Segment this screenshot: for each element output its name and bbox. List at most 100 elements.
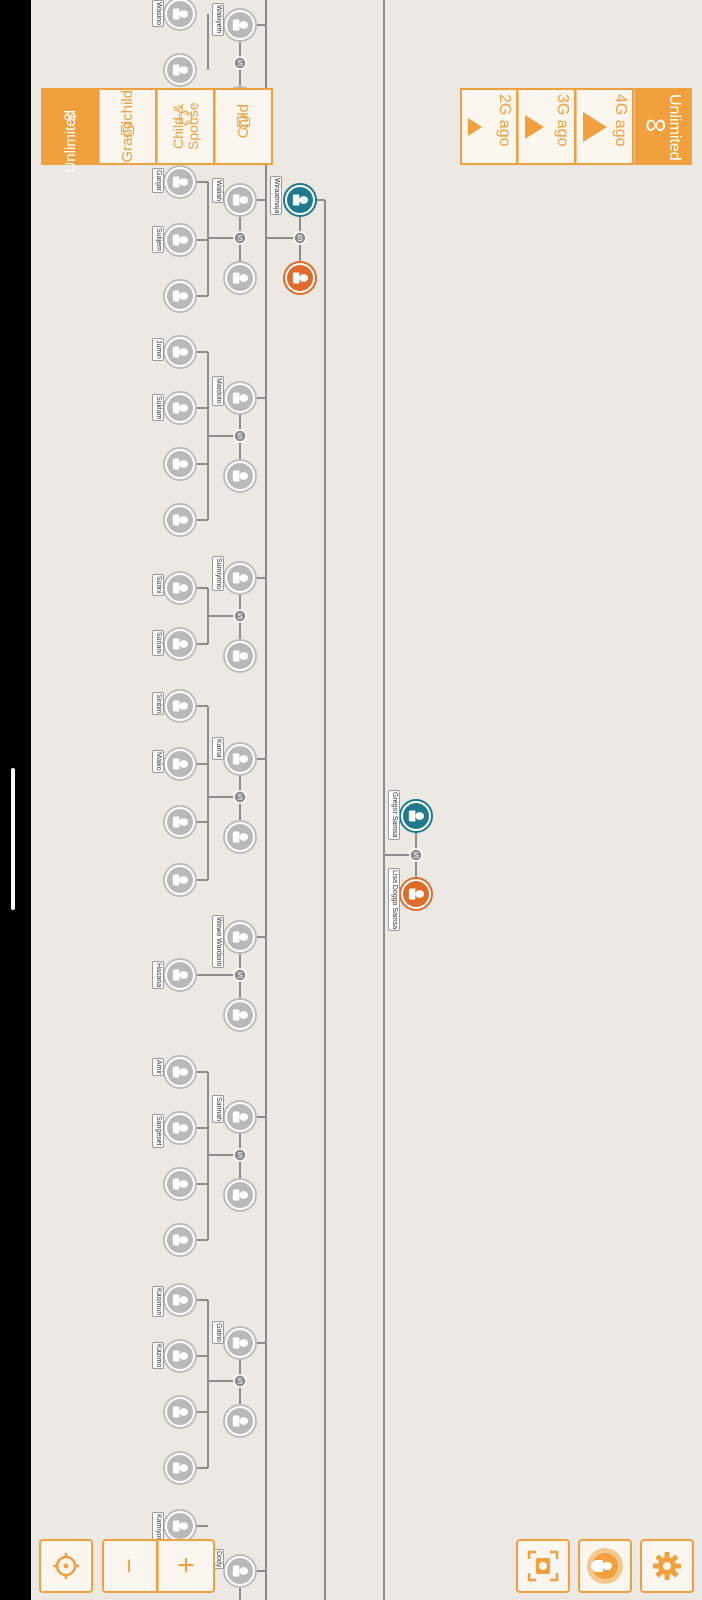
person-grandchild[interactable] bbox=[223, 742, 257, 776]
infinity-icon: ∞ bbox=[645, 108, 667, 141]
person-great-grandchild[interactable] bbox=[163, 863, 197, 897]
person-great-grandchild[interactable] bbox=[163, 165, 197, 199]
person-label-main-child: Wiraatmaja bbox=[270, 176, 282, 216]
spouse-link-icon[interactable] bbox=[233, 231, 247, 245]
spouse-link-glyph: S bbox=[237, 1151, 242, 1160]
locate-button[interactable] bbox=[39, 1539, 93, 1593]
person-great-grandchild[interactable] bbox=[163, 571, 197, 605]
spouse-link-icon[interactable] bbox=[409, 848, 423, 862]
person-grandchild[interactable] bbox=[223, 381, 257, 415]
person-root-male[interactable] bbox=[399, 799, 433, 833]
person-label-great-grandchild: Kazimo bbox=[152, 1342, 164, 1370]
person-great-grandchild[interactable] bbox=[163, 1111, 197, 1145]
person-label-grandchild: Wakiyem bbox=[212, 3, 224, 36]
filter-child-spouse[interactable]: ⌬ Child & Spouse bbox=[157, 88, 215, 165]
person-great-grandchild[interactable] bbox=[163, 279, 197, 313]
person-grandchild[interactable] bbox=[223, 8, 257, 42]
person-root-female[interactable] bbox=[399, 877, 433, 911]
person-grandchild-spouse[interactable] bbox=[223, 820, 257, 854]
person-great-grandchild[interactable] bbox=[163, 805, 197, 839]
filter-4g-ago[interactable]: 4G ago bbox=[576, 88, 634, 165]
person-great-grandchild[interactable] bbox=[163, 1395, 197, 1429]
spouse-link-icon[interactable] bbox=[233, 609, 247, 623]
filter-unlimited-ancestors[interactable]: ∞ Unlimited bbox=[634, 88, 692, 165]
person-grandchild[interactable] bbox=[223, 1326, 257, 1360]
crosshair-icon bbox=[53, 1553, 79, 1579]
home-indicator[interactable] bbox=[11, 768, 15, 910]
person-label-great-grandchild: Sangeset bbox=[152, 1114, 164, 1148]
person-label-great-grandchild: Maiko bbox=[152, 750, 164, 773]
person-label-great-grandchild: Suklam bbox=[152, 394, 164, 422]
person-label-grandchild: Mardoto bbox=[212, 376, 224, 406]
camera-icon bbox=[527, 1550, 559, 1582]
person-great-grandchild[interactable] bbox=[163, 627, 197, 661]
person-label-root-male: Gregor Samsa bbox=[388, 790, 400, 840]
spouse-link-icon[interactable] bbox=[233, 1374, 247, 1388]
family-tree-canvas[interactable]: SSSSSSSSSSS bbox=[0, 0, 702, 1600]
zoom-in-button[interactable]: + bbox=[158, 1539, 215, 1593]
triangle-icon bbox=[525, 115, 544, 139]
person-grandchild-spouse[interactable] bbox=[223, 998, 257, 1032]
person-grandchild-spouse[interactable] bbox=[223, 1404, 257, 1438]
spouse-link-glyph: S bbox=[237, 234, 242, 243]
person-great-grandchild[interactable] bbox=[163, 335, 197, 369]
spouse-link-glyph: S bbox=[237, 432, 242, 441]
person-main-child[interactable] bbox=[283, 183, 317, 217]
person-great-grandchild[interactable] bbox=[163, 747, 197, 781]
person-great-grandchild[interactable] bbox=[163, 1167, 197, 1201]
screenshot-button[interactable] bbox=[516, 1539, 570, 1593]
filter-grandchild[interactable]: ⌬ Grandchild bbox=[99, 88, 157, 165]
person-main-child-spouse[interactable] bbox=[283, 261, 317, 295]
spouse-link-glyph: S bbox=[237, 59, 242, 68]
filter-child[interactable]: ⌬ Child bbox=[215, 88, 273, 165]
person-great-grandchild[interactable] bbox=[163, 1339, 197, 1373]
person-great-grandchild[interactable] bbox=[163, 1223, 197, 1257]
person-grandchild[interactable] bbox=[223, 1100, 257, 1134]
spouse-link-icon[interactable] bbox=[233, 429, 247, 443]
person-great-grandchild[interactable] bbox=[163, 0, 197, 31]
filter-2g-ago[interactable]: 2G ago bbox=[460, 88, 518, 165]
person-great-grandchild[interactable] bbox=[163, 447, 197, 481]
person-great-grandchild[interactable] bbox=[163, 958, 197, 992]
spouse-link-icon[interactable] bbox=[233, 1148, 247, 1162]
person-icon bbox=[587, 1548, 623, 1584]
person-label-great-grandchild: Wasino bbox=[152, 0, 164, 28]
gear-icon bbox=[653, 1552, 681, 1580]
person-great-grandchild[interactable] bbox=[163, 689, 197, 723]
person-grandchild-spouse[interactable] bbox=[223, 459, 257, 493]
triangle-icon bbox=[583, 112, 607, 142]
person-label-great-grandchild: Amir bbox=[152, 1058, 164, 1077]
spouse-link-icon[interactable] bbox=[233, 56, 247, 70]
filter-3g-ago[interactable]: 3G ago bbox=[518, 88, 576, 165]
spouse-link-glyph: S bbox=[237, 612, 242, 621]
spouse-link-glyph: S bbox=[413, 851, 418, 860]
spouse-link-icon[interactable] bbox=[233, 968, 247, 982]
person-grandchild-spouse[interactable] bbox=[223, 639, 257, 673]
person-great-grandchild[interactable] bbox=[163, 1451, 197, 1485]
spouse-link-icon[interactable] bbox=[293, 231, 307, 245]
generation-filter-panel: 2G ago 3G ago 4G ago ∞ Unlimited bbox=[460, 88, 692, 165]
focus-person-button[interactable] bbox=[578, 1539, 632, 1593]
person-label-root-female: Lisa Doggo Samsa bbox=[388, 868, 400, 932]
person-great-grandchild[interactable] bbox=[163, 1509, 197, 1543]
relation-filter-panel: ∞ Unlimited ⌬ Grandchild ⌬ Child & Spous… bbox=[41, 88, 273, 173]
triangle-icon bbox=[468, 118, 482, 136]
person-grandchild-spouse[interactable] bbox=[223, 1178, 257, 1212]
person-grandchild[interactable] bbox=[223, 920, 257, 954]
person-great-grandchild[interactable] bbox=[163, 53, 197, 87]
spouse-link-icon[interactable] bbox=[233, 790, 247, 804]
filter-unlimited-descendants[interactable]: ∞ Unlimited bbox=[41, 88, 99, 173]
person-great-grandchild[interactable] bbox=[163, 223, 197, 257]
system-edge bbox=[0, 0, 31, 1600]
zoom-out-button[interactable]: − bbox=[102, 1539, 158, 1593]
person-grandchild[interactable] bbox=[223, 561, 257, 595]
person-grandchild-spouse[interactable] bbox=[223, 261, 257, 295]
person-great-grandchild[interactable] bbox=[163, 503, 197, 537]
person-great-grandchild[interactable] bbox=[163, 1283, 197, 1317]
person-great-grandchild[interactable] bbox=[163, 1055, 197, 1089]
person-grandchild[interactable] bbox=[223, 183, 257, 217]
person-grandchild[interactable] bbox=[223, 1554, 257, 1588]
settings-button[interactable] bbox=[640, 1539, 694, 1593]
person-great-grandchild[interactable] bbox=[163, 391, 197, 425]
person-label-great-grandchild: Suriani bbox=[152, 630, 164, 656]
